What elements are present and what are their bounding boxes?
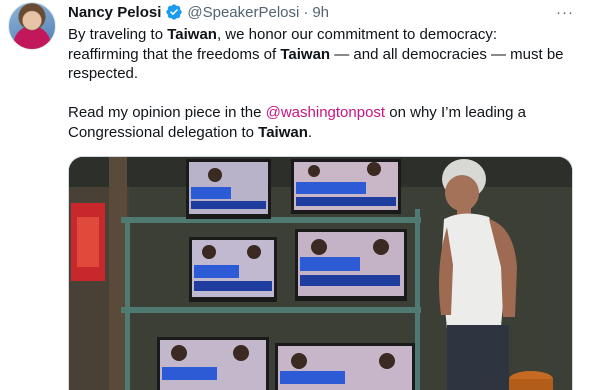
tweet-photo[interactable]: [68, 156, 573, 390]
author-handle[interactable]: @SpeakerPelosi: [187, 4, 299, 21]
tweet-line: reaffirming that the freedoms of Taiwan …: [68, 45, 573, 65]
text-span: By traveling to: [68, 26, 168, 43]
mention-link[interactable]: @washingtonpost: [266, 104, 385, 121]
avatar[interactable]: [8, 2, 56, 50]
tweet[interactable]: Nancy Pelosi @SpeakerPelosi · 9h ··· By …: [0, 0, 591, 390]
hashtag-taiwan: Taiwan: [280, 45, 331, 63]
tweet-line: Congressional delegation to Taiwan.: [68, 123, 573, 143]
text-span: reaffirming that the freedoms of: [68, 45, 281, 63]
hashtag-taiwan: Taiwan: [258, 123, 308, 141]
text-span: on why I’m leading a: [385, 104, 527, 121]
text-span: .: [307, 123, 313, 141]
tweet-header: Nancy Pelosi @SpeakerPelosi · 9h: [68, 2, 329, 22]
separator-dot: ·: [303, 3, 309, 21]
more-options-icon[interactable]: ···: [554, 2, 576, 22]
tweet-line: Read my opinion piece in the @washington…: [68, 103, 573, 123]
text-span: Read my opinion piece in the: [68, 104, 266, 121]
tweet-line: respected.: [68, 65, 139, 82]
tweet-line: By traveling to Taiwan, we honor our com…: [68, 25, 573, 45]
text-span: — and all democracies — must be: [330, 45, 564, 63]
text-span: Congressional delegation to: [68, 123, 259, 141]
author-name[interactable]: Nancy Pelosi: [68, 4, 161, 21]
text-span: , we honor our commitment to democracy:: [216, 26, 498, 43]
hashtag-taiwan: Taiwan: [167, 26, 217, 43]
tweet-text: By traveling to Taiwan, we honor our com…: [68, 25, 573, 142]
timestamp[interactable]: 9h: [312, 4, 329, 21]
verified-badge-icon: [165, 3, 183, 21]
